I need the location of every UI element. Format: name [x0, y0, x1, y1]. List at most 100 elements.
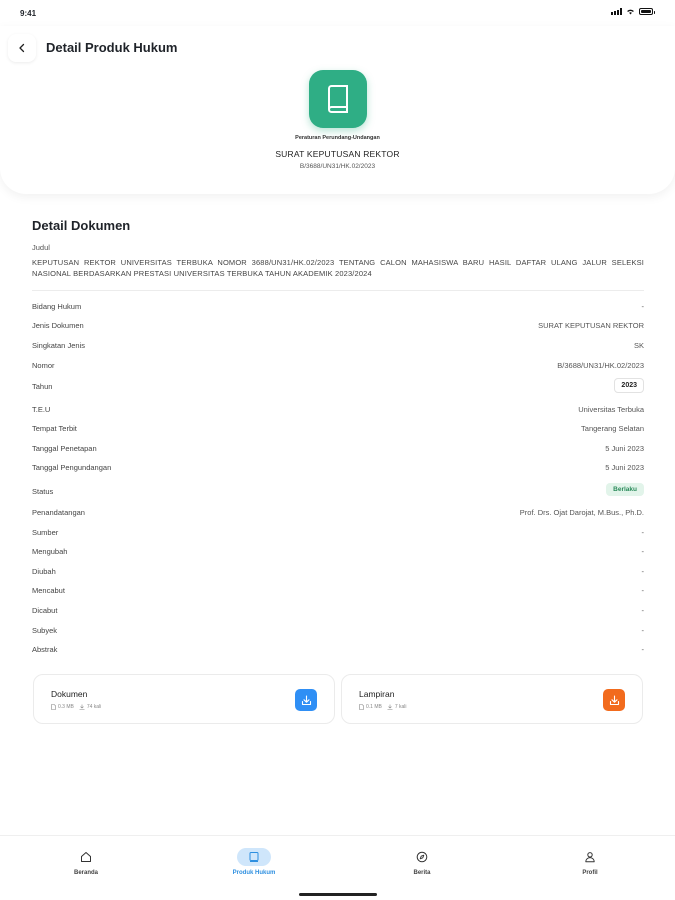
document-category: Peraturan Perundang-Undangan	[295, 135, 380, 141]
download-count: 7 kali	[394, 704, 407, 710]
nav-label: Berita	[413, 870, 431, 876]
chevron-left-icon	[19, 43, 25, 53]
row-value: SURAT KEPUTUSAN REKTOR	[538, 321, 644, 330]
back-button[interactable]	[8, 34, 36, 62]
row-value: Prof. Drs. Ojat Darojat, M.Bus., Ph.D.	[519, 508, 644, 517]
judul-label: Judul	[32, 243, 50, 252]
detail-section: Detail Dokumen Judul KEPUTUSAN REKTOR UN…	[32, 218, 644, 654]
detail-row-diubah: Diubah -	[32, 564, 644, 580]
row-value: Universitas Terbuka	[578, 405, 644, 414]
row-value: -	[641, 586, 645, 595]
row-label: Nomor	[32, 361, 55, 370]
download-count-icon	[79, 704, 85, 710]
row-label: Penandatangan	[32, 508, 85, 517]
row-value: -	[641, 606, 645, 615]
nav-item-beranda[interactable]: Beranda	[2, 836, 170, 884]
wifi-icon	[627, 9, 634, 15]
row-label: Singkatan Jenis	[32, 341, 85, 350]
detail-row-tanggal-pengundangan: Tanggal Pengundangan 5 Juni 2023	[32, 460, 644, 476]
signal-icon	[611, 8, 622, 15]
detail-row-tahun: Tahun 2023	[32, 378, 644, 394]
row-label: Diubah	[32, 567, 56, 576]
row-value: 5 Juni 2023	[605, 444, 644, 453]
file-title: Dokumen	[51, 689, 88, 699]
header-card: Detail Produk Hukum Peraturan Perundang-…	[0, 26, 675, 194]
file-title: Lampiran	[359, 689, 395, 699]
detail-row-tanggal-penetapan: Tanggal Penetapan 5 Juni 2023	[32, 441, 644, 457]
nav-label: Produk Hukum	[232, 870, 276, 876]
row-label: Bidang Hukum	[32, 302, 82, 311]
row-label: Dicabut	[32, 606, 58, 615]
status-bar: 9:41	[0, 0, 675, 28]
row-value: 5 Juni 2023	[605, 463, 644, 472]
row-label: Mencabut	[32, 586, 65, 595]
row-label: Status	[32, 487, 54, 496]
download-count-icon	[387, 704, 393, 710]
download-count: 74 kali	[86, 704, 102, 710]
row-label: Jenis Dokumen	[32, 321, 84, 330]
home-indicator	[299, 893, 377, 896]
book-icon	[237, 848, 271, 866]
download-button-lampiran[interactable]	[603, 689, 625, 711]
detail-row-subyek: Subyek -	[32, 623, 644, 639]
section-title: Detail Dokumen	[32, 218, 131, 233]
detail-row-teu: T.E.U Universitas Terbuka	[32, 402, 644, 418]
compass-icon	[405, 848, 439, 866]
row-value: Tangerang Selatan	[581, 424, 644, 433]
file-meta: 0.3 MB 74 kali	[51, 704, 101, 710]
detail-row-penandatangan: Penandatangan Prof. Drs. Ojat Darojat, M.…	[32, 505, 644, 521]
nav-item-profil[interactable]: Profil	[506, 836, 674, 884]
file-size: 0.1 MB	[366, 704, 382, 710]
detail-row-singkatan-jenis: Singkatan Jenis SK	[32, 338, 644, 354]
row-label: T.E.U	[32, 405, 51, 414]
row-label: Mengubah	[32, 547, 68, 556]
detail-row-bidang-hukum: Bidang Hukum -	[32, 299, 644, 315]
bottom-nav: Beranda Produk Hukum Berita Profil	[0, 835, 675, 900]
row-label: Tahun	[32, 382, 53, 391]
nav-item-berita[interactable]: Berita	[338, 836, 506, 884]
detail-row-mengubah: Mengubah -	[32, 544, 644, 560]
file-card-lampiran[interactable]: Lampiran 0.1 MB 7 kali	[341, 674, 643, 724]
book-icon	[309, 70, 367, 128]
nav-label: Beranda	[73, 870, 98, 876]
document-number: B/3688/UN31/HK.02/2023	[299, 163, 376, 170]
detail-row-sumber: Sumber -	[32, 525, 644, 541]
year-badge: 2023	[614, 378, 644, 393]
nav-item-produk-hukum[interactable]: Produk Hukum	[170, 836, 338, 884]
row-value: B/3688/UN31/HK.02/2023	[557, 361, 644, 370]
status-icons	[611, 8, 655, 15]
home-icon	[69, 848, 103, 866]
file-size: 0.3 MB	[58, 704, 74, 710]
row-value: -	[641, 528, 645, 537]
download-button-dokumen[interactable]	[295, 689, 317, 711]
file-icon	[51, 704, 56, 710]
battery-icon	[639, 8, 655, 15]
row-label: Abstrak	[32, 645, 58, 654]
file-meta: 0.1 MB 7 kali	[359, 704, 407, 710]
file-card-dokumen[interactable]: Dokumen 0.3 MB 74 kali	[33, 674, 335, 724]
row-label: Tempat Terbit	[32, 424, 77, 433]
nav-label: Profil	[582, 870, 598, 876]
row-label: Tanggal Pengundangan	[32, 463, 112, 472]
page-title: Detail Produk Hukum	[46, 40, 178, 55]
file-icon	[359, 704, 364, 710]
detail-row-dicabut: Dicabut -	[32, 603, 644, 619]
row-value: -	[641, 547, 645, 556]
user-icon	[573, 848, 607, 866]
download-icon	[301, 694, 311, 705]
row-value: -	[641, 626, 645, 635]
detail-row-status: Status Berlaku	[32, 483, 644, 499]
detail-row-tempat-terbit: Tempat Terbit Tangerang Selatan	[32, 421, 644, 437]
row-value: -	[641, 302, 645, 311]
row-label: Sumber	[32, 528, 59, 537]
row-value: SK	[633, 341, 644, 350]
download-icon	[609, 694, 619, 705]
row-label: Tanggal Penetapan	[32, 444, 97, 453]
status-badge: Berlaku	[606, 483, 644, 496]
row-value: -	[641, 567, 645, 576]
detail-row-mencabut: Mencabut -	[32, 583, 644, 599]
judul-text: KEPUTUSAN REKTOR UNIVERSITAS TERBUKA NOM…	[32, 258, 644, 278]
row-label: Subyek	[32, 626, 58, 635]
divider	[32, 290, 644, 291]
detail-row-nomor: Nomor B/3688/UN31/HK.02/2023	[32, 358, 644, 374]
